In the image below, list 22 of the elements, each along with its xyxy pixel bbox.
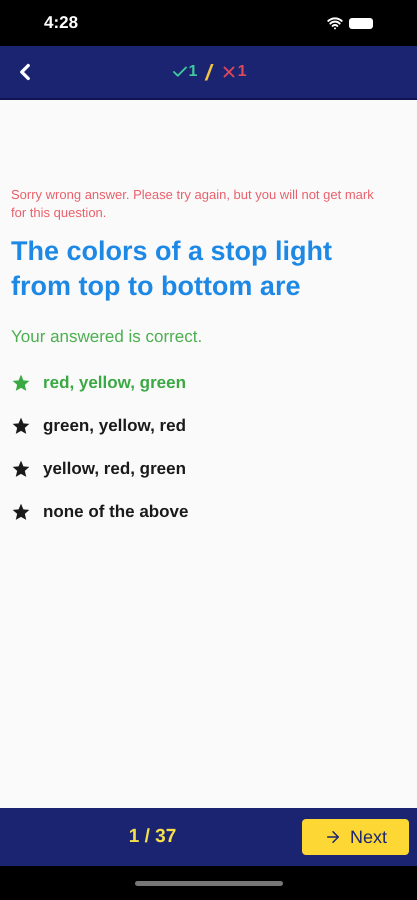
question-text: The colors of a stop light from top to bottom are xyxy=(11,235,334,303)
warning-message: Sorry wrong answer. Please try again, but you will not get mark for this question. xyxy=(11,186,375,222)
wrong-count: 1 xyxy=(238,62,246,82)
feedback-message: Your answered is correct. xyxy=(11,326,204,348)
star-icon xyxy=(11,416,31,436)
next-button[interactable]: Next xyxy=(302,819,409,855)
battery-icon xyxy=(349,18,373,28)
star-icon xyxy=(11,373,31,393)
option-text: none of the above xyxy=(43,501,188,524)
score-separator: / xyxy=(205,58,212,86)
option-text: yellow, red, green xyxy=(43,458,186,480)
answer-option[interactable]: green, yellow, red xyxy=(11,404,406,448)
status-time: 4:28 xyxy=(44,12,78,34)
answer-option[interactable]: yellow, red, green xyxy=(11,448,406,490)
option-text: green, yellow, red xyxy=(43,415,186,438)
wifi-icon xyxy=(327,15,343,31)
answer-option[interactable]: none of the above xyxy=(11,490,406,534)
star-icon xyxy=(11,459,31,479)
star-icon xyxy=(11,502,31,522)
option-text: red, yellow, green xyxy=(43,372,186,394)
progress-counter: 1 / 37 xyxy=(128,824,178,849)
correct-count: 1 xyxy=(188,62,198,82)
